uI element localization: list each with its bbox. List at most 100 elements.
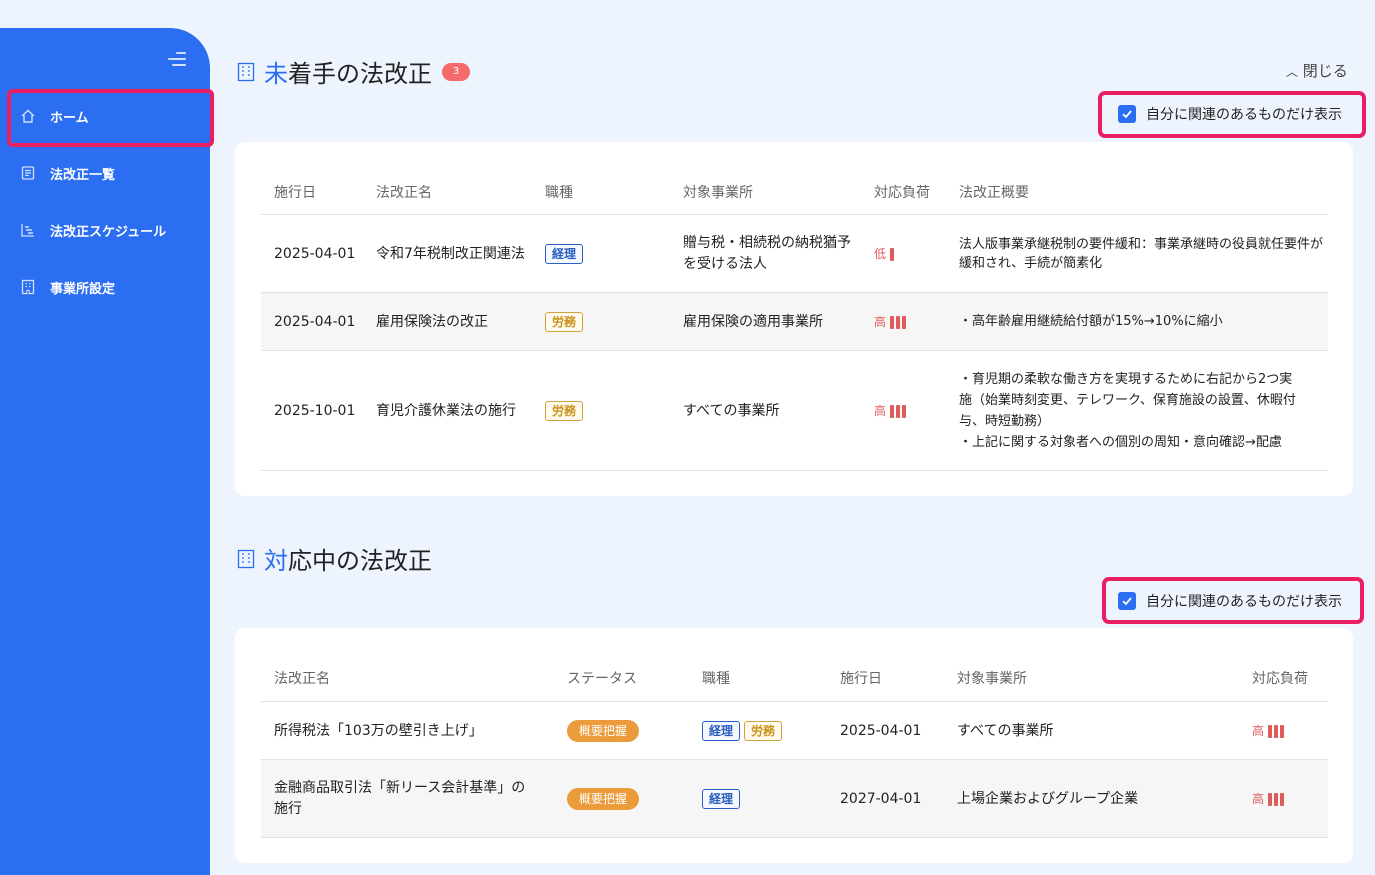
title-accent: 未 <box>264 60 288 88</box>
filter-highlight-frame <box>1102 577 1364 624</box>
law-name-line: 施行 <box>274 801 302 817</box>
table-row[interactable]: 金融商品取引法「新リース会計基準」の 施行 概要把握 経理 2027-04-01… <box>261 759 1328 837</box>
title-accent: 対 <box>264 547 288 575</box>
title-text: 応中の法改正 <box>288 547 432 575</box>
summary-line: ・育児期の柔軟な働き方を実現するために右記から2つ実 <box>959 372 1293 387</box>
law-name-cell: 所得税法「103万の壁引き上げ」 <box>274 722 483 739</box>
tag-keiri: 経理 <box>545 244 584 264</box>
col-header: 法改正名 <box>376 185 432 201</box>
load-label: 高 <box>874 315 887 329</box>
sidebar-item-schedule[interactable]: 法改正スケジュール <box>0 210 210 250</box>
list-icon <box>20 165 36 181</box>
job-type-cell: 労務 <box>545 351 587 471</box>
col-header: 施行日 <box>274 185 316 201</box>
summary-line: 施（始業時刻変更、テレワーク、保育施設の設置、休暇付 <box>959 393 1296 408</box>
date-cell: 2025-04-01 <box>274 313 356 330</box>
status-cell: 概要把握 <box>567 760 640 838</box>
load-cell: 高 <box>1252 702 1286 760</box>
inprogress-table: 法改正名 ステータス 職種 施行日 対象事業所 対応負荷 所得税法「103万の壁… <box>261 628 1328 863</box>
col-header: 職種 <box>545 185 573 201</box>
status-badge: 概要把握 <box>567 720 640 742</box>
load-cell: 高 <box>874 351 908 471</box>
menu-collapse-icon[interactable] <box>168 52 186 66</box>
date-cell: 2025-04-01 <box>274 245 356 262</box>
pending-table-card: 施行日 法改正名 職種 対象事業所 対応負荷 法改正概要 2025-04-01 … <box>235 142 1353 496</box>
load-cell: 高 <box>1252 760 1286 838</box>
inprogress-table-card: 法改正名 ステータス 職種 施行日 対象事業所 対応負荷 所得税法「103万の壁… <box>235 628 1353 863</box>
summary-cell: ・育児期の柔軟な働き方を実現するために右記から2つ実 施（始業時刻変更、テレワー… <box>959 351 1324 471</box>
law-name-cell: 育児介護休業法の施行 <box>376 402 516 419</box>
schedule-icon <box>20 222 36 238</box>
sidebar-item-label: 法改正一覧 <box>50 167 116 183</box>
load-indicator: 高 <box>874 313 908 331</box>
building-icon <box>237 62 255 81</box>
sidebar-item-law-list[interactable]: 法改正一覧 <box>0 153 210 193</box>
job-type-cell: 経理 <box>702 760 744 838</box>
table-row[interactable]: 2025-04-01 令和7年税制改正関連法 経理 贈与税・相続税の納税猶予を受… <box>261 214 1328 292</box>
date-cell: 2027-04-01 <box>840 790 922 807</box>
filter-highlight-frame <box>1098 91 1366 138</box>
date-cell: 2025-10-01 <box>274 402 356 419</box>
pending-section-title: 未着手の法改正 3 <box>236 54 470 89</box>
col-header: 法改正名 <box>274 671 330 687</box>
col-header: 法改正概要 <box>959 185 1029 201</box>
summary-line: ・上記に関する対象者への個別の周知・意向確認→配慮 <box>959 435 1282 450</box>
load-label: 高 <box>874 404 887 418</box>
office-cell: 雇用保険の適用事業所 <box>683 313 823 330</box>
count-badge: 3 <box>442 62 470 81</box>
col-header: 職種 <box>702 671 730 687</box>
summary-cell: 法人版事業承継税制の要件緩和：事業承継時の役員就任要件が緩和され、手続が簡素化 <box>959 236 1324 272</box>
office-cell: すべての事業所 <box>683 402 780 419</box>
collapse-label: 閉じる <box>1302 62 1348 80</box>
law-name-line: 金融商品取引法「新リース会計基準」の <box>274 780 526 796</box>
chevron-up-icon: ︿ <box>1286 65 1299 79</box>
col-header: 対象事業所 <box>957 671 1027 687</box>
sidebar-item-office-settings[interactable]: 事業所設定 <box>0 267 210 307</box>
load-label: 低 <box>874 247 887 261</box>
status-cell: 概要把握 <box>567 702 640 760</box>
tag-keiri: 経理 <box>702 721 741 741</box>
load-indicator: 高 <box>1252 790 1286 808</box>
job-type-cell: 経理 <box>545 215 587 293</box>
col-header: ステータス <box>567 671 637 687</box>
table-bottom-border <box>261 837 1328 838</box>
status-badge: 概要把握 <box>567 788 640 810</box>
load-cell: 低 <box>874 215 896 293</box>
col-header: 施行日 <box>840 671 882 687</box>
tag-roumu: 労務 <box>545 312 584 332</box>
pending-table: 施行日 法改正名 職種 対象事業所 対応負荷 法改正概要 2025-04-01 … <box>261 142 1328 496</box>
date-cell: 2025-04-01 <box>840 722 922 739</box>
sidebar: ホーム 法改正一覧 法改正スケジュール 事業所設定 <box>0 28 210 875</box>
office-cell: すべての事業所 <box>957 722 1054 739</box>
load-indicator: 高 <box>874 402 908 420</box>
law-name-cell: 金融商品取引法「新リース会計基準」の 施行 <box>274 760 525 838</box>
load-label: 高 <box>1252 724 1265 738</box>
col-header: 対応負荷 <box>1252 671 1308 687</box>
sidebar-item-label: 法改正スケジュール <box>50 224 167 240</box>
load-indicator: 高 <box>1252 722 1286 740</box>
table-bottom-border <box>261 470 1328 471</box>
office-cell: 上場企業およびグループ企業 <box>957 790 1139 807</box>
col-header: 対象事業所 <box>683 185 753 201</box>
office-cell: 贈与税・相続税の納税猶予を受ける法人 <box>683 235 851 272</box>
title-text: 着手の法改正 <box>288 60 432 88</box>
sidebar-item-label: 事業所設定 <box>50 281 116 297</box>
tag-roumu: 労務 <box>744 721 783 741</box>
law-name-cell: 令和7年税制改正関連法 <box>376 245 525 262</box>
summary-line: 与、時短勤務） <box>959 414 1051 429</box>
load-cell: 高 <box>874 293 908 351</box>
tag-roumu: 労務 <box>545 401 584 421</box>
table-row[interactable]: 2025-10-01 育児介護休業法の施行 労務 すべての事業所 高 ・育児期の… <box>261 350 1328 470</box>
load-label: 高 <box>1252 792 1265 806</box>
load-indicator: 低 <box>874 245 896 263</box>
office-icon <box>20 279 36 295</box>
building-icon <box>237 549 255 568</box>
table-row[interactable]: 所得税法「103万の壁引き上げ」 概要把握 経理 労務 2025-04-01 す… <box>261 701 1328 759</box>
job-type-cell: 経理 労務 <box>702 702 786 760</box>
table-row[interactable]: 2025-04-01 雇用保険法の改正 労務 雇用保険の適用事業所 高 ・高年齢… <box>261 292 1328 350</box>
collapse-link[interactable]: ︿ 閉じる <box>1286 60 1348 81</box>
col-header: 対応負荷 <box>874 185 930 201</box>
inprogress-section-title: 対応中の法改正 <box>236 541 432 576</box>
home-highlight-frame <box>7 89 214 147</box>
law-name-cell: 雇用保険法の改正 <box>376 313 488 330</box>
